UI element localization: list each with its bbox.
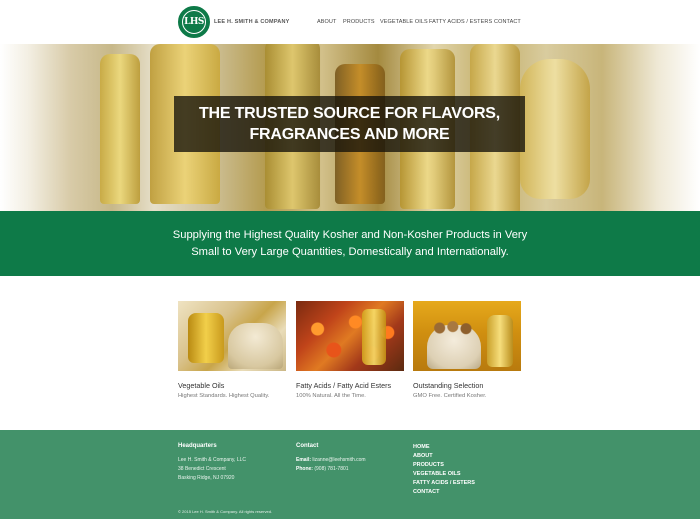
footer-link-contact[interactable]: CONTACT bbox=[413, 489, 439, 495]
hero-headline-box: THE TRUSTED SOURCE FOR FLAVORS, FRAGRANC… bbox=[174, 96, 525, 152]
footer-link-vegetable-oils[interactable]: VEGETABLE OILS bbox=[413, 471, 461, 477]
footer-link-about[interactable]: ABOUT bbox=[413, 453, 433, 459]
email-line: Email: lizanne@leehsmith.com bbox=[296, 457, 366, 463]
address-line: Basking Ridge, NJ 07920 bbox=[178, 475, 235, 481]
oil-bottle-image bbox=[487, 315, 513, 367]
oil-bottle-image bbox=[362, 309, 386, 365]
hero-headline: THE TRUSTED SOURCE FOR FLAVORS, FRAGRANC… bbox=[174, 103, 525, 145]
outstanding-selection-image[interactable] bbox=[413, 301, 521, 371]
product-card-fatty-acids[interactable]: Fatty Acids / Fatty Acid Esters 100% Nat… bbox=[296, 301, 404, 399]
nav-about[interactable]: ABOUT bbox=[317, 19, 336, 25]
tagline-line-2: Small to Very Large Quantities, Domestic… bbox=[191, 246, 509, 258]
card-title[interactable]: Vegetable Oils bbox=[178, 381, 224, 390]
hero-banner: THE TRUSTED SOURCE FOR FLAVORS, FRAGRANC… bbox=[0, 44, 700, 211]
grain-sack-image bbox=[228, 323, 283, 369]
logo-monogram: LHS bbox=[184, 17, 204, 27]
email-link[interactable]: lizanne@leehsmith.com bbox=[312, 457, 365, 463]
card-title[interactable]: Outstanding Selection bbox=[413, 381, 483, 390]
footer-link-products[interactable]: PRODUCTS bbox=[413, 462, 444, 468]
tagline-line-1: Supplying the Highest Quality Kosher and… bbox=[172, 229, 528, 241]
headquarters-heading: Headquarters bbox=[178, 443, 217, 449]
nav-vegetable-oils[interactable]: VEGETABLE OILS bbox=[380, 19, 428, 25]
vegetable-oils-image[interactable] bbox=[178, 301, 286, 371]
oil-bottle-image bbox=[520, 59, 590, 199]
phone-line: Phone: (908) 781-7801 bbox=[296, 466, 349, 472]
walnut-pile-image bbox=[433, 321, 477, 335]
palm-fruit-image bbox=[296, 301, 404, 371]
card-subtitle: GMO Free. Certified Kosher. bbox=[413, 393, 487, 399]
phone-label: Phone: bbox=[296, 466, 313, 472]
hero-headline-line-1: THE TRUSTED SOURCE FOR FLAVORS, bbox=[198, 105, 501, 122]
footer-link-fatty-acids-esters[interactable]: FATTY ACIDS / ESTERS bbox=[413, 480, 475, 486]
site-header: LHS LEE H. SMITH & COMPANY ABOUT PRODUCT… bbox=[0, 0, 700, 44]
tagline: Supplying the Highest Quality Kosher and… bbox=[150, 227, 550, 261]
product-card-vegetable-oils[interactable]: Vegetable Oils Highest Standards. Highes… bbox=[178, 301, 286, 399]
nav-products[interactable]: PRODUCTS bbox=[343, 19, 375, 25]
email-label: Email: bbox=[296, 457, 312, 463]
nav-contact[interactable]: CONTACT bbox=[494, 19, 521, 25]
card-subtitle: Highest Standards. Highest Quality. bbox=[178, 393, 270, 399]
logo-ring: LHS bbox=[182, 10, 206, 34]
address-line: 38 Benedict Crescent bbox=[178, 466, 226, 472]
contact-heading: Contact bbox=[296, 443, 319, 449]
hero-headline-line-2: FRAGRANCES AND MORE bbox=[249, 126, 450, 143]
copyright-notice: © 2015 Lee H. Smith & Company. All right… bbox=[178, 509, 273, 514]
phone-number[interactable]: (908) 781-7801 bbox=[314, 466, 348, 472]
company-logo[interactable]: LHS bbox=[178, 6, 210, 38]
site-footer: Headquarters Lee H. Smith & Company, LLC… bbox=[0, 430, 700, 519]
tagline-band: Supplying the Highest Quality Kosher and… bbox=[0, 211, 700, 276]
address-line: Lee H. Smith & Company, LLC bbox=[178, 457, 246, 463]
company-name[interactable]: LEE H. SMITH & COMPANY bbox=[214, 19, 290, 25]
oil-bottle-image bbox=[100, 54, 140, 204]
card-title[interactable]: Fatty Acids / Fatty Acid Esters bbox=[296, 381, 391, 390]
product-card-outstanding-selection[interactable]: Outstanding Selection GMO Free. Certifie… bbox=[413, 301, 521, 399]
oil-jar-image bbox=[188, 313, 224, 363]
nav-fatty-acids-esters[interactable]: FATTY ACIDS / ESTERS bbox=[429, 19, 492, 25]
fatty-acids-image[interactable] bbox=[296, 301, 404, 371]
card-subtitle: 100% Natural. All the Time. bbox=[296, 393, 366, 399]
footer-link-home[interactable]: HOME bbox=[413, 444, 430, 450]
